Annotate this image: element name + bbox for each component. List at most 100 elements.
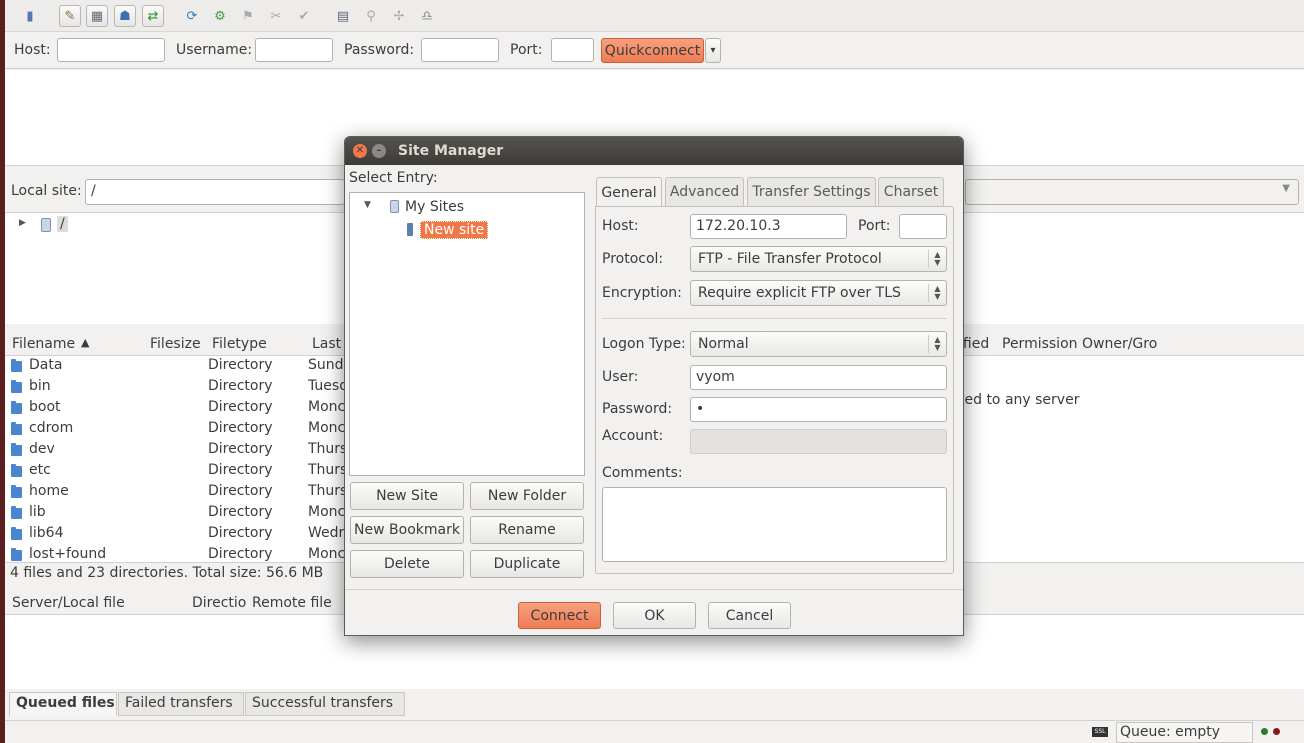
directory-tree-icon[interactable]: ▦ bbox=[86, 5, 108, 27]
tab-charset[interactable]: Charset bbox=[878, 177, 944, 206]
sort-asc-icon: ▲ bbox=[81, 336, 90, 349]
drive-icon bbox=[41, 218, 51, 232]
local-site-label: Local site: bbox=[11, 183, 82, 199]
encryption-value: Require explicit FTP over TLS bbox=[698, 285, 901, 301]
folder-icon bbox=[11, 527, 22, 540]
process-queue-icon[interactable]: ⚙ bbox=[209, 5, 231, 27]
folder-icon bbox=[11, 401, 22, 414]
host-label: Host: bbox=[602, 218, 639, 234]
separator bbox=[602, 318, 947, 319]
host-input[interactable]: 172.20.10.3 bbox=[690, 214, 847, 239]
collapse-arrow-icon[interactable]: ▼ bbox=[364, 200, 371, 210]
site-tree[interactable]: ▼ My Sites New site bbox=[349, 192, 585, 476]
find-files-icon: ♎ bbox=[421, 8, 433, 24]
dialog-titlebar: ✕ – Site Manager bbox=[345, 137, 963, 165]
spinner-arrows-icon: ▲ ▼ bbox=[928, 284, 946, 302]
tree-my-sites[interactable]: My Sites bbox=[405, 199, 464, 215]
compare-icon: ⚲ bbox=[366, 8, 376, 24]
quickconnect-dropdown[interactable]: ▾ bbox=[705, 38, 721, 63]
col-remote-file[interactable]: Remote file bbox=[252, 595, 332, 611]
new-folder-button[interactable]: New Folder bbox=[470, 482, 584, 510]
logon-type-value: Normal bbox=[698, 336, 749, 352]
col-filename[interactable]: Filename bbox=[12, 336, 75, 352]
new-bookmark-button[interactable]: New Bookmark bbox=[350, 516, 464, 544]
col-owner-group[interactable]: Owner/Gro bbox=[1082, 336, 1157, 352]
minimize-icon[interactable]: – bbox=[372, 144, 386, 158]
upload-led-icon bbox=[1261, 728, 1268, 735]
username-label: Username: bbox=[176, 42, 253, 58]
host-label: Host: bbox=[14, 42, 51, 58]
dialog-title: Site Manager bbox=[398, 143, 504, 159]
queue-status: Queue: empty bbox=[1116, 722, 1253, 743]
password-input[interactable]: • bbox=[690, 397, 947, 422]
col-permission[interactable]: Permission bbox=[1002, 336, 1078, 352]
tree-new-site[interactable]: New site bbox=[420, 221, 489, 239]
port-input[interactable] bbox=[551, 38, 594, 62]
col-last-modified[interactable]: Last bbox=[312, 336, 341, 352]
reconnect-icon: ✔ bbox=[298, 8, 310, 24]
footer-separator bbox=[345, 589, 963, 590]
folder-icon bbox=[11, 422, 22, 435]
close-icon[interactable]: ✕ bbox=[353, 144, 367, 158]
expand-arrow-icon[interactable]: ▶ bbox=[19, 218, 26, 228]
username-input[interactable] bbox=[255, 38, 333, 62]
cancel-operation-icon: ⚑ bbox=[242, 8, 254, 24]
filter-icon[interactable]: ▤ bbox=[332, 5, 354, 27]
protocol-label: Protocol: bbox=[602, 251, 664, 267]
ok-button[interactable]: OK bbox=[613, 602, 696, 629]
tab-transfer-settings[interactable]: Transfer Settings bbox=[747, 177, 876, 206]
connect-button[interactable]: Connect bbox=[518, 602, 601, 629]
sync-browse-icon: ✢ bbox=[393, 8, 405, 24]
account-label: Account: bbox=[602, 428, 664, 444]
protocol-value: FTP - File Transfer Protocol bbox=[698, 251, 882, 267]
local-path-input[interactable]: / bbox=[85, 179, 345, 205]
main-toolbar: ▮ ✎ ▦ ☗ ⇄ ⟳ ⚙ ⚑ ✂ ✔ ▤ ⚲ ✢ ♎ bbox=[5, 0, 1304, 32]
spinner-arrows-icon: ▲ ▼ bbox=[928, 335, 946, 353]
tab-successful-transfers[interactable]: Successful transfers bbox=[245, 692, 405, 716]
tab-general[interactable]: General bbox=[596, 177, 662, 207]
disconnect-icon: ✂ bbox=[270, 8, 282, 24]
quickconnect-button[interactable]: Quickconnect bbox=[601, 38, 704, 63]
transfer-queue-icon[interactable]: ⇄ bbox=[142, 5, 164, 27]
delete-button[interactable]: Delete bbox=[350, 550, 464, 578]
col-filesize[interactable]: Filesize bbox=[150, 336, 201, 352]
new-site-button[interactable]: New Site bbox=[350, 482, 464, 510]
remote-tree-icon[interactable]: ☗ bbox=[114, 5, 136, 27]
encryption-status-icon: SSL bbox=[1092, 727, 1108, 737]
cancel-button[interactable]: Cancel bbox=[708, 602, 791, 629]
host-input[interactable] bbox=[57, 38, 165, 62]
queue-tabs: Queued files Failed transfers Successful… bbox=[5, 690, 1304, 718]
encryption-label: Encryption: bbox=[602, 285, 682, 301]
folder-icon bbox=[390, 200, 399, 213]
refresh-icon[interactable]: ⟳ bbox=[181, 5, 203, 27]
protocol-select[interactable]: FTP - File Transfer Protocol ▲ ▼ bbox=[690, 246, 947, 272]
site-manager-icon[interactable]: ▮ bbox=[19, 5, 41, 27]
encryption-select[interactable]: Require explicit FTP over TLS ▲ ▼ bbox=[690, 280, 947, 306]
duplicate-button[interactable]: Duplicate bbox=[470, 550, 584, 578]
folder-icon bbox=[11, 359, 22, 372]
message-log-icon[interactable]: ✎ bbox=[59, 5, 81, 27]
password-input[interactable] bbox=[421, 38, 499, 62]
comments-textarea[interactable] bbox=[602, 487, 947, 562]
spinner-arrows-icon: ▲ ▼ bbox=[928, 250, 946, 268]
col-server-local-file[interactable]: Server/Local file bbox=[12, 595, 125, 611]
tab-advanced[interactable]: Advanced bbox=[665, 177, 744, 206]
local-summary: 4 files and 23 directories. Total size: … bbox=[10, 565, 324, 581]
general-panel: Host: 172.20.10.3 Port: Protocol: FTP - … bbox=[595, 206, 954, 574]
port-label: Port: bbox=[858, 218, 891, 234]
status-bar: SSL Queue: empty bbox=[5, 720, 1304, 743]
rename-button[interactable]: Rename bbox=[470, 516, 584, 544]
folder-icon bbox=[11, 464, 22, 477]
logon-type-select[interactable]: Normal ▲ ▼ bbox=[690, 331, 947, 357]
account-input bbox=[690, 429, 947, 454]
tree-root-label[interactable]: / bbox=[57, 216, 68, 232]
folder-icon bbox=[11, 443, 22, 456]
port-input[interactable] bbox=[899, 214, 947, 239]
chevron-down-icon: ▼ bbox=[1282, 183, 1290, 194]
col-filetype[interactable]: Filetype bbox=[212, 336, 267, 352]
download-led-icon bbox=[1273, 728, 1280, 735]
col-direction[interactable]: Directio bbox=[192, 595, 246, 611]
tab-failed-transfers[interactable]: Failed transfers bbox=[118, 692, 244, 716]
tab-queued-files[interactable]: Queued files bbox=[9, 692, 117, 716]
user-input[interactable]: vyom bbox=[690, 365, 947, 390]
